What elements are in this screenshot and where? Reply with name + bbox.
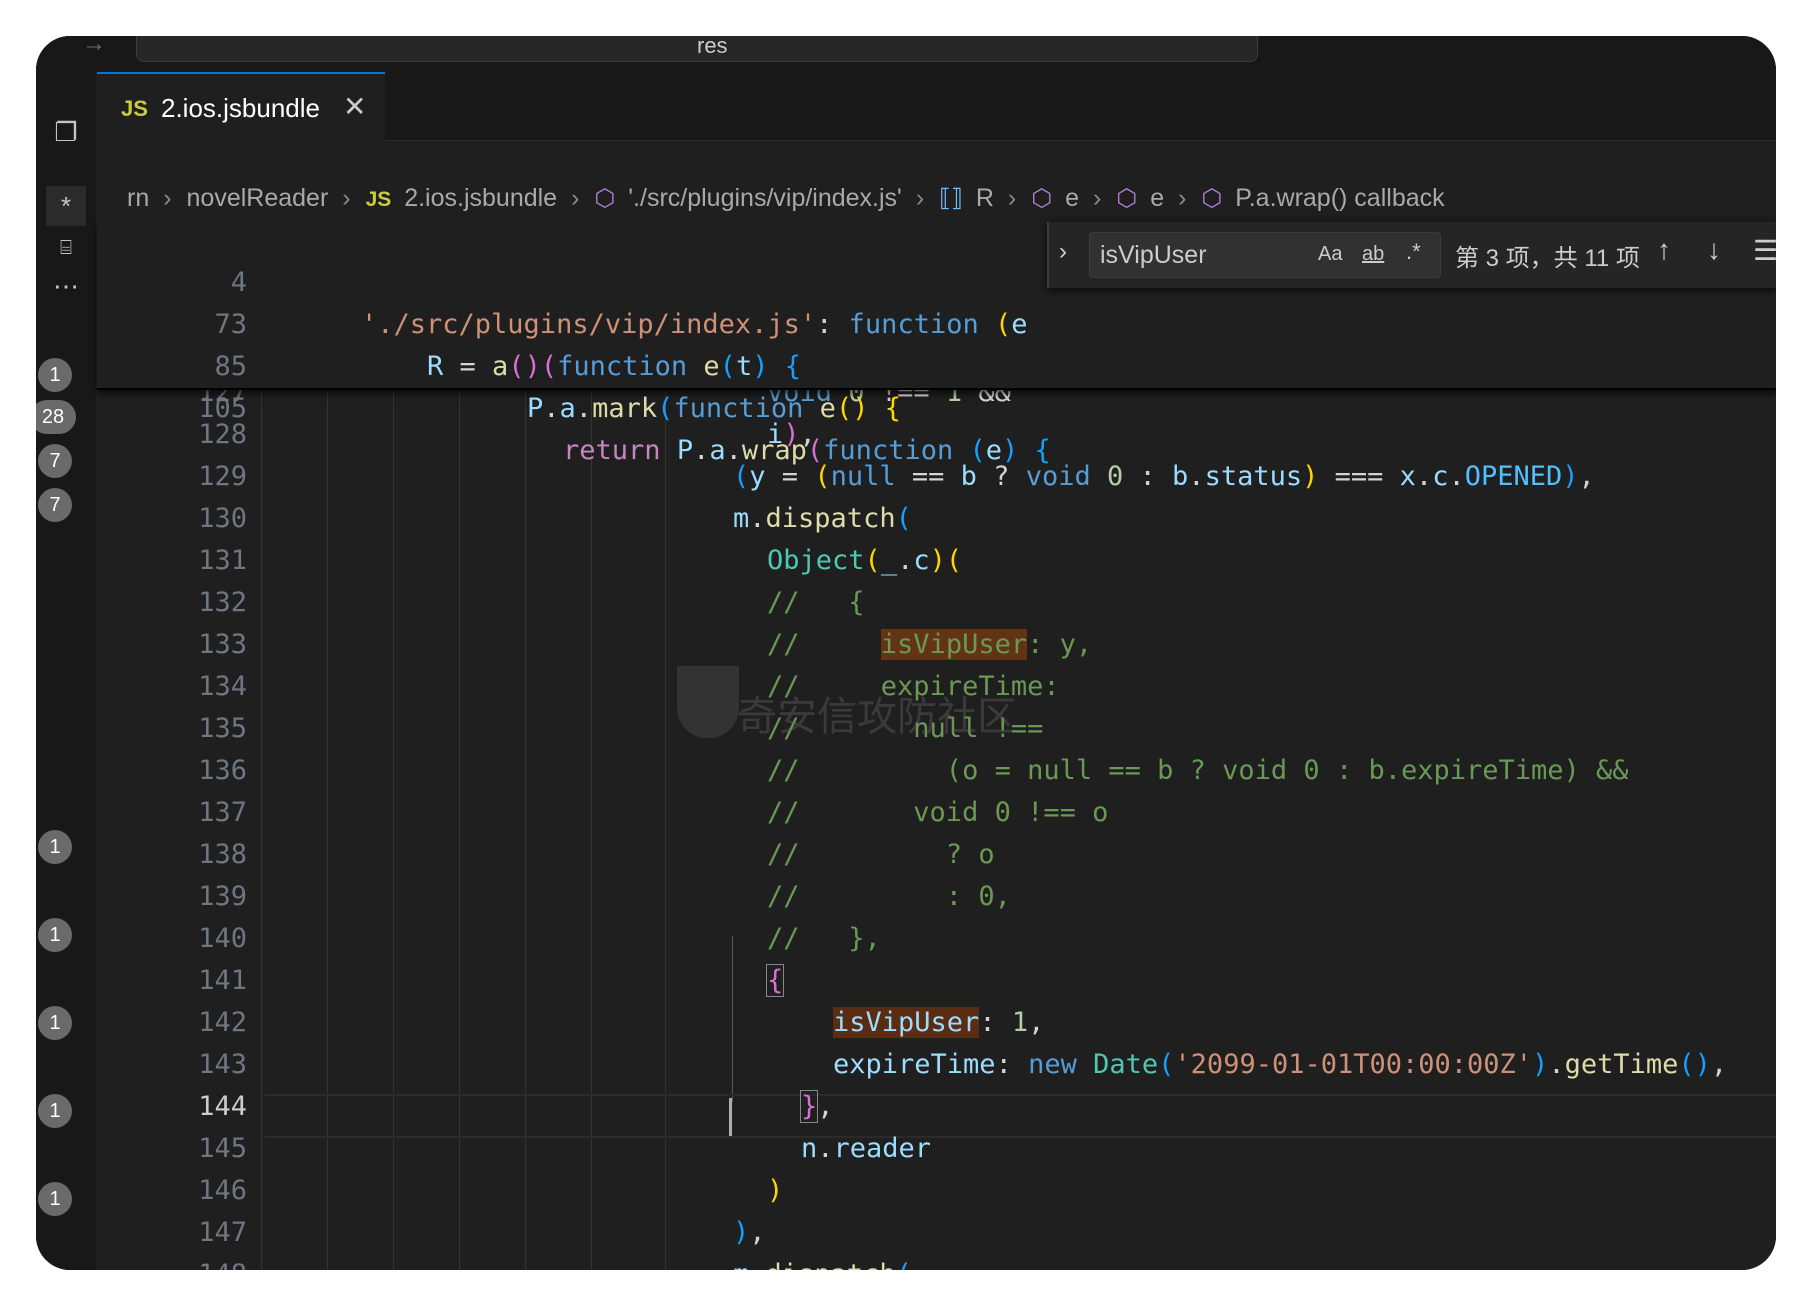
breadcrumb-item-callback[interactable]: P.a.wrap() callback [1235,184,1444,212]
count-badge[interactable]: 1 [38,830,72,864]
breadcrumb-item-module[interactable]: './src/plugins/vip/index.js' [628,184,902,212]
function-icon: ⬡ [1201,185,1223,212]
next-match-arrow-down-icon[interactable]: ↓ [1707,234,1721,266]
watermark: 奇安信攻防社区 [677,666,1017,742]
code-line[interactable]: 146) [97,1170,1776,1212]
line-number: 136 [198,755,247,786]
editor-window: → res ❐ * ⌸ ⋯ JS 2.ios.jsbundle ✕ rn › no… [36,36,1776,1270]
line-number: 145 [198,1133,247,1164]
count-badge[interactable]: 1 [38,1094,72,1128]
count-badge[interactable]: 28 [36,400,76,434]
chevron-right-icon: › [571,184,580,212]
match-case-toggle[interactable]: Aa [1318,243,1342,266]
shield-logo-icon [677,666,739,738]
activity-bar: ❐ * ⌸ ⋯ [36,72,96,1270]
line-number: 133 [198,629,247,660]
chevron-right-icon: › [342,184,351,212]
code-line[interactable]: 130 m.dispatch( [97,498,1776,540]
line-number: 146 [198,1175,247,1206]
line-number-active: 144 [198,1091,247,1122]
code-line[interactable]: 131 Object(_.c)( [97,540,1776,582]
line-number: 138 [198,839,247,870]
code-line[interactable]: 105 return P.a.wrap(function (e) { [97,346,1776,466]
command-center[interactable]: res [136,36,1258,62]
close-icon[interactable]: ✕ [343,90,366,123]
editor-pane: JS 2.ios.jsbundle ✕ rn › novelReader › JS … [97,72,1776,1270]
breadcrumb-item-r[interactable]: R [976,184,994,212]
module-icon: ⬡ [594,185,616,212]
count-badge[interactable]: 1 [38,358,72,392]
chevron-right-icon: › [1178,184,1187,212]
code-line[interactable]: 139// : 0, [97,876,1776,918]
code-line[interactable]: 132// { [97,582,1776,624]
code-line[interactable]: 145 n.reader [97,1128,1776,1170]
variable-icon: ⟦⟧ [939,185,963,212]
chevron-right-icon: › [915,184,925,212]
tab-bar: JS 2.ios.jsbundle ✕ [97,72,1776,142]
function-icon: ⬡ [1116,185,1138,212]
code-line[interactable]: 136// (o = null == b ? void 0 : b.expire… [97,750,1776,792]
find-widget: › isVipUser Aa ab .* 第 3 项，共 11 项 ↑ ↓ ☰ [1047,222,1776,288]
count-badge[interactable]: 1 [38,1182,72,1216]
count-badge[interactable]: 7 [38,488,72,522]
line-number: 148 [147,1254,247,1270]
count-badge[interactable]: 1 [38,918,72,952]
chevron-right-icon: › [1007,184,1017,212]
code-line[interactable]: 147), [97,1212,1776,1254]
toggle-replace-chevron-icon[interactable]: › [1059,238,1067,266]
breadcrumb: rn › novelReader › JS 2.ios.jsbundle › ⬡ '.… [127,184,1451,220]
breadcrumb-item-e1[interactable]: e [1065,184,1079,212]
js-file-icon: JS [365,188,392,211]
code-line[interactable]: 85 P.a.mark(function e() { [97,304,1776,424]
find-input[interactable]: isVipUser Aa ab .* [1089,232,1441,278]
line-number: 137 [198,797,247,828]
code-line[interactable]: 141{ [97,960,1776,1002]
code-line[interactable]: 142 isVipUser: 1, [97,1002,1776,1044]
whole-word-toggle[interactable]: ab [1362,243,1384,266]
line-number: 131 [198,545,247,576]
breadcrumb-item-e2[interactable]: e [1150,184,1164,212]
line-number: 105 [198,393,247,424]
code-line-active[interactable]: 144}, [97,1086,1776,1128]
count-badge[interactable]: 1 [38,1006,72,1040]
line-number: 135 [198,713,247,744]
regex-search-icon[interactable]: * [46,186,86,226]
code-line[interactable]: 148m.dispatch( [97,1254,1776,1270]
js-file-icon: JS [121,96,148,121]
chevron-right-icon: › [1093,184,1102,212]
line-number: 143 [198,1049,247,1080]
count-badge[interactable]: 7 [38,444,72,478]
tab-label: 2.ios.jsbundle [161,93,320,123]
text-cursor [729,1098,732,1136]
line-number: 147 [198,1217,247,1248]
previous-match-arrow-up-icon[interactable]: ↑ [1657,234,1671,266]
code-line[interactable]: 133// isVipUser: y, [97,624,1776,666]
line-number: 132 [198,587,247,618]
tab-2-ios-jsbundle[interactable]: JS 2.ios.jsbundle ✕ [97,72,385,142]
function-icon: ⬡ [1031,185,1053,212]
replace-icon[interactable]: ⌸ [46,228,86,268]
find-in-selection-icon[interactable]: ☰ [1753,234,1776,267]
back-arrow-icon[interactable]: → [82,36,106,58]
line-number: 139 [198,881,247,912]
more-icon[interactable]: ⋯ [46,266,86,306]
code-line[interactable]: 138// ? o [97,834,1776,876]
line-number: 142 [198,1007,247,1038]
code-line[interactable]: 137// void 0 !== o [97,792,1776,834]
breadcrumb-item-rn[interactable]: rn [127,184,149,212]
breadcrumb-item-novelreader[interactable]: novelReader [187,184,329,212]
line-number: 141 [198,965,247,996]
regex-toggle[interactable]: .* [1406,239,1421,265]
line-number: 140 [198,923,247,954]
command-center-search-text: res [697,36,728,58]
explorer-icon[interactable]: ❐ [46,112,86,152]
line-number: 134 [198,671,247,702]
title-bar: → res [36,36,1776,72]
code-line[interactable]: 143 expireTime: new Date('2099-01-01T00:0… [97,1044,1776,1086]
breadcrumb-item-file[interactable]: 2.ios.jsbundle [404,184,557,212]
find-query: isVipUser [1100,241,1207,269]
match-count: 第 3 项，共 11 项 [1455,245,1640,272]
code-line[interactable]: 140// }, [97,918,1776,960]
chevron-right-icon: › [163,184,172,212]
